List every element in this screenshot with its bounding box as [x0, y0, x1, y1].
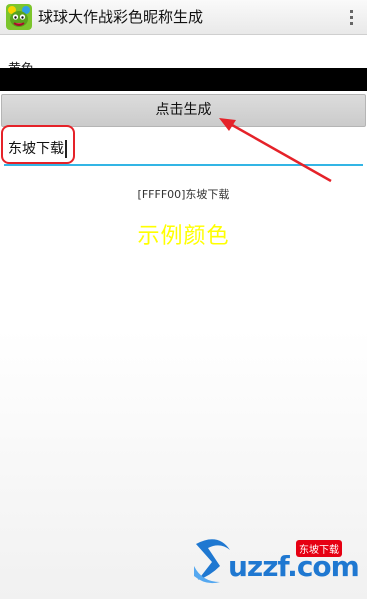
watermark-logo: 东坡下载 uzzf.com	[190, 536, 360, 588]
result-code-text: [FFFF00]东坡下载	[137, 188, 230, 201]
app-screen: 球球大作战彩色昵称生成 黄色 点击生成 东坡下载 [FFFF00]东坡下载 示例…	[0, 0, 367, 599]
watermark-text: uzzf.com	[228, 550, 360, 583]
annotation-arrow	[219, 118, 332, 183]
sample-color-text: 示例颜色	[137, 224, 230, 249]
